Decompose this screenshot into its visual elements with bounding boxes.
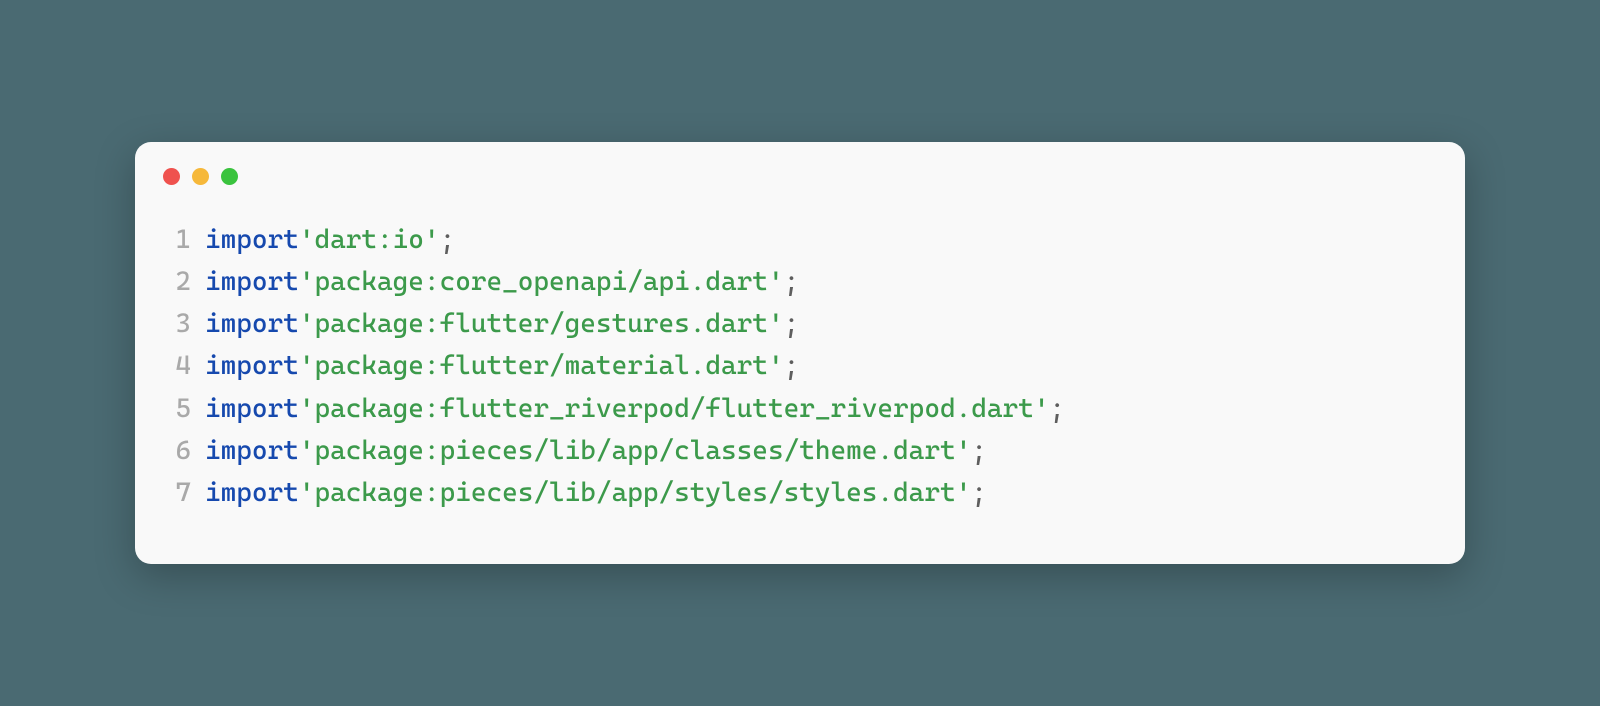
token-keyword: import	[205, 472, 299, 514]
line-number: 1	[169, 219, 205, 261]
token-keyword: import	[205, 430, 299, 472]
code-block[interactable]: 1import 'dart:io'; 2import 'package:core…	[135, 211, 1465, 514]
token-string: 'package:flutter/gestures.dart'	[299, 303, 784, 345]
token-string: 'package:flutter/material.dart'	[299, 345, 784, 387]
token-keyword: import	[205, 345, 299, 387]
code-window: 1import 'dart:io'; 2import 'package:core…	[135, 142, 1465, 564]
token-keyword: import	[205, 303, 299, 345]
line-number: 3	[169, 303, 205, 345]
zoom-icon[interactable]	[221, 168, 238, 185]
line-number: 5	[169, 388, 205, 430]
token-punctuation: ;	[971, 430, 987, 472]
code-line: 6import 'package:pieces/lib/app/classes/…	[169, 430, 1425, 472]
token-keyword: import	[205, 261, 299, 303]
code-line: 4import 'package:flutter/material.dart';	[169, 345, 1425, 387]
token-string: 'package:flutter_riverpod/flutter_riverp…	[299, 388, 1050, 430]
token-keyword: import	[205, 219, 299, 261]
token-punctuation: ;	[1049, 388, 1065, 430]
token-punctuation: ;	[784, 303, 800, 345]
code-line: 3import 'package:flutter/gestures.dart';	[169, 303, 1425, 345]
line-number: 2	[169, 261, 205, 303]
minimize-icon[interactable]	[192, 168, 209, 185]
token-punctuation: ;	[784, 345, 800, 387]
token-punctuation: ;	[440, 219, 456, 261]
token-string: 'dart:io'	[299, 219, 440, 261]
line-number: 7	[169, 472, 205, 514]
token-string: 'package:pieces/lib/app/classes/theme.da…	[299, 430, 971, 472]
token-keyword: import	[205, 388, 299, 430]
window-titlebar	[135, 142, 1465, 211]
code-line: 7import 'package:pieces/lib/app/styles/s…	[169, 472, 1425, 514]
code-line: 1import 'dart:io';	[169, 219, 1425, 261]
token-punctuation: ;	[784, 261, 800, 303]
token-punctuation: ;	[971, 472, 987, 514]
token-string: 'package:core_openapi/api.dart'	[299, 261, 784, 303]
code-line: 2import 'package:core_openapi/api.dart';	[169, 261, 1425, 303]
line-number: 4	[169, 345, 205, 387]
code-line: 5import 'package:flutter_riverpod/flutte…	[169, 388, 1425, 430]
token-string: 'package:pieces/lib/app/styles/styles.da…	[299, 472, 971, 514]
close-icon[interactable]	[163, 168, 180, 185]
line-number: 6	[169, 430, 205, 472]
